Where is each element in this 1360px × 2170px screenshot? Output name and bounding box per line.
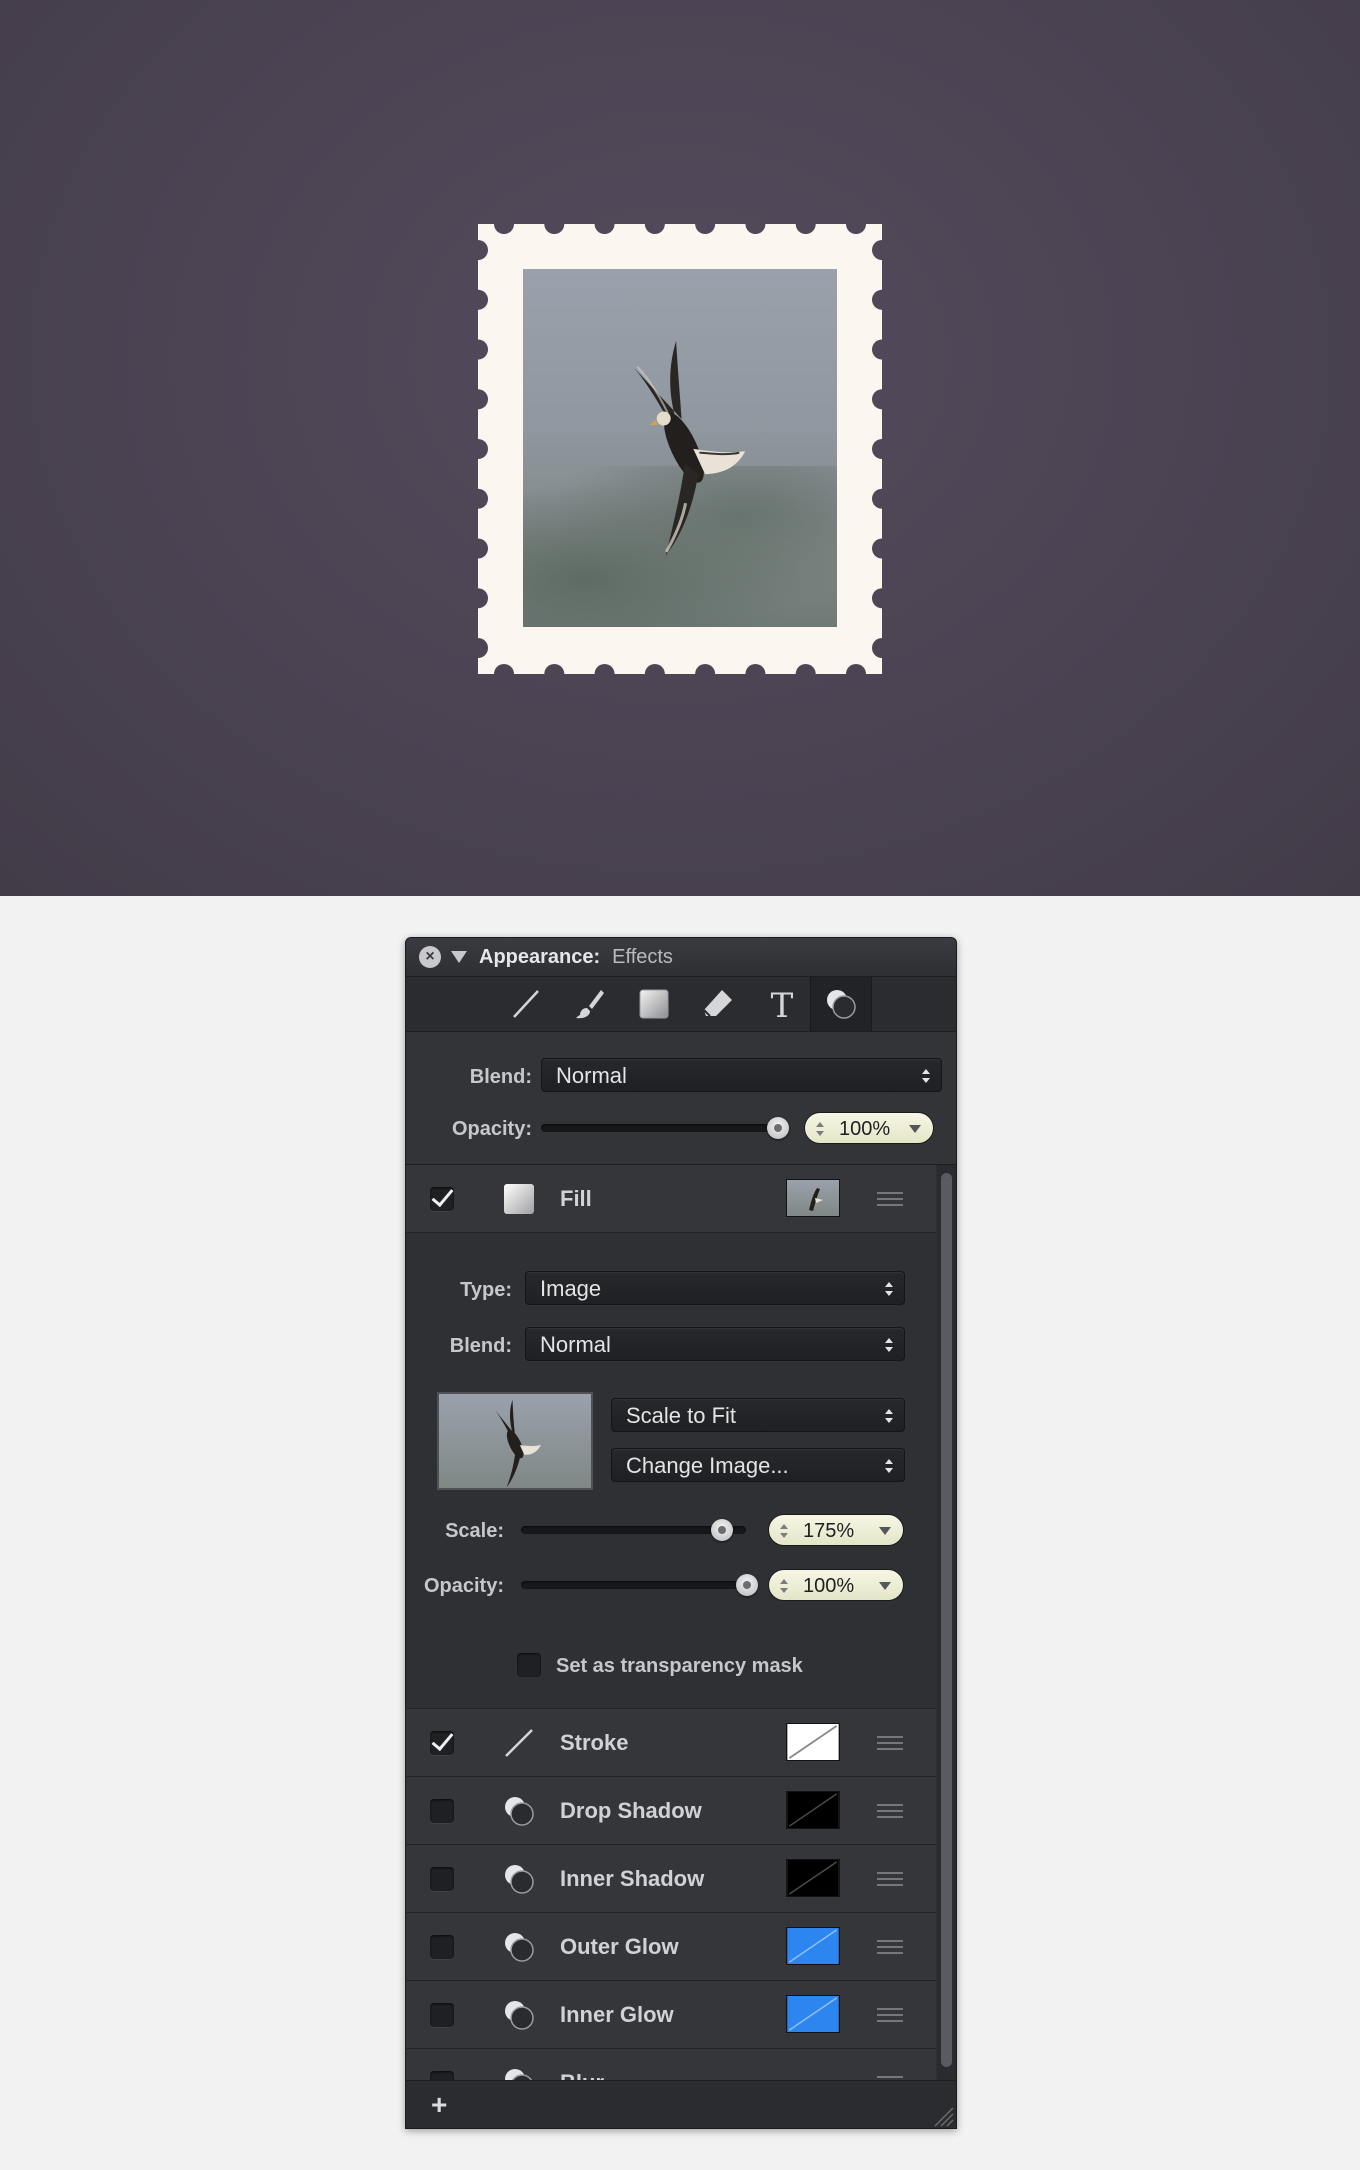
scrollbar-thumb[interactable] <box>941 1173 952 2067</box>
opacity-label: Opacity: <box>451 1118 532 1140</box>
drop-shadow-checkbox[interactable] <box>430 1799 454 1823</box>
panel-subtitle: Effects <box>612 945 673 968</box>
stroke-icon <box>505 1729 533 1757</box>
transparency-mask-label: Set as transparency mask <box>556 1655 803 1677</box>
inner-shadow-label: Inner Shadow <box>560 1866 705 1891</box>
panel-titlebar: × Appearance: Effects <box>406 938 956 977</box>
fill-checkbox[interactable] <box>430 1187 454 1211</box>
fill-opacity-stepper[interactable]: 100% <box>768 1569 904 1601</box>
change-image-value: Change Image... <box>626 1453 789 1478</box>
blend-select[interactable]: Normal <box>541 1058 942 1092</box>
drop-shadow-row[interactable]: Drop Shadow <box>406 1777 936 1845</box>
inner-glow-row[interactable]: Inner Glow <box>406 1981 936 2049</box>
design-canvas <box>0 0 1360 896</box>
panel-title: Appearance: <box>479 945 601 968</box>
fill-row[interactable]: Fill <box>406 1165 936 1233</box>
fill-opacity-label: Opacity: <box>423 1575 504 1597</box>
outer-glow-row[interactable]: Outer Glow <box>406 1913 936 1981</box>
resize-grip-icon[interactable] <box>930 2103 954 2127</box>
appearance-panel: × Appearance: Effects T Blend: Normal Op… <box>405 937 957 2129</box>
panel-footer: + <box>406 2080 956 2128</box>
stroke-drag-handle-icon[interactable] <box>877 1736 903 1750</box>
scale-mode-value: Scale to Fit <box>626 1403 737 1428</box>
disclosure-triangle-icon[interactable] <box>451 951 467 963</box>
inner-shadow-drag-handle-icon[interactable] <box>877 1872 903 1886</box>
stroke-row[interactable]: Stroke <box>406 1709 936 1777</box>
scale-slider-knob[interactable] <box>711 1519 733 1541</box>
outer-glow-label: Outer Glow <box>560 1934 679 1959</box>
eagle-icon <box>632 340 746 556</box>
opacity-stepper[interactable]: 100% <box>804 1112 934 1144</box>
fill-type-label: Type: <box>460 1279 512 1301</box>
fill-drag-handle-icon[interactable] <box>877 1192 903 1206</box>
outer-glow-swatch[interactable] <box>786 1927 840 1965</box>
scale-stepper[interactable]: 175% <box>768 1514 904 1546</box>
outer-glow-checkbox[interactable] <box>430 1935 454 1959</box>
fill-opacity-value: 100% <box>803 1575 855 1597</box>
fill-icon <box>504 1184 534 1214</box>
fill-tool-icon[interactable] <box>624 977 684 1031</box>
effects-scrollbar[interactable] <box>937 1165 956 2080</box>
drop-shadow-drag-handle-icon[interactable] <box>877 1804 903 1818</box>
stroke-swatch[interactable] <box>786 1723 840 1761</box>
fill-image-thumbnail[interactable] <box>437 1392 593 1490</box>
fill-blend-label: Blend: <box>449 1335 512 1357</box>
eraser-tool-icon[interactable] <box>688 977 748 1031</box>
blend-label: Blend: <box>469 1066 532 1088</box>
effects-icon <box>505 1797 534 1826</box>
effects-icon <box>505 2001 534 2030</box>
change-image-select[interactable]: Change Image... <box>611 1448 905 1482</box>
stroke-label: Stroke <box>560 1730 629 1755</box>
blend-select-value: Normal <box>556 1063 627 1088</box>
effects-icon <box>505 1933 534 1962</box>
eagle-photo <box>523 269 837 627</box>
fill-type-value: Image <box>540 1276 602 1301</box>
drop-shadow-label: Drop Shadow <box>560 1798 702 1823</box>
scale-value: 175% <box>803 1520 855 1542</box>
fill-blend-select[interactable]: Normal <box>525 1327 905 1361</box>
fill-image-swatch[interactable] <box>786 1179 840 1217</box>
svg-text:T: T <box>771 986 794 1022</box>
effects-icon <box>505 1865 534 1894</box>
outer-glow-drag-handle-icon[interactable] <box>877 1940 903 1954</box>
inner-glow-drag-handle-icon[interactable] <box>877 2008 903 2022</box>
fill-settings: Type: Image Blend: Normal Scale to Fit C… <box>406 1233 936 1709</box>
inner-glow-checkbox[interactable] <box>430 2003 454 2027</box>
opacity-slider[interactable] <box>541 1124 781 1132</box>
text-tool-icon[interactable]: T <box>752 977 812 1031</box>
fill-opacity-slider[interactable] <box>521 1581 746 1589</box>
add-effect-button[interactable]: + <box>431 2091 447 2119</box>
layer-blend-section: Blend: Normal Opacity: 100% <box>406 1032 956 1165</box>
opacity-slider-knob[interactable] <box>767 1117 789 1139</box>
scale-mode-select[interactable]: Scale to Fit <box>611 1398 905 1432</box>
scale-label: Scale: <box>445 1520 504 1542</box>
effects-tool-icon[interactable] <box>810 977 872 1031</box>
fill-type-select[interactable]: Image <box>525 1271 905 1305</box>
brush-tool-icon[interactable] <box>560 977 620 1031</box>
fill-label: Fill <box>560 1186 592 1211</box>
drop-shadow-swatch[interactable] <box>786 1791 840 1829</box>
panel-toolbar: T <box>406 977 956 1032</box>
transparency-mask-checkbox[interactable] <box>517 1653 541 1677</box>
inner-glow-label: Inner Glow <box>560 2002 674 2027</box>
inner-shadow-checkbox[interactable] <box>430 1867 454 1891</box>
postage-stamp[interactable] <box>478 224 882 674</box>
opacity-value: 100% <box>839 1118 891 1140</box>
stroke-checkbox[interactable] <box>430 1731 454 1755</box>
close-icon[interactable]: × <box>419 946 441 968</box>
fill-opacity-slider-knob[interactable] <box>736 1574 758 1596</box>
line-tool-icon[interactable] <box>496 977 556 1031</box>
inner-shadow-swatch[interactable] <box>786 1859 840 1897</box>
inner-shadow-row[interactable]: Inner Shadow <box>406 1845 936 1913</box>
inner-glow-swatch[interactable] <box>786 1995 840 2033</box>
fill-blend-value: Normal <box>540 1332 611 1357</box>
